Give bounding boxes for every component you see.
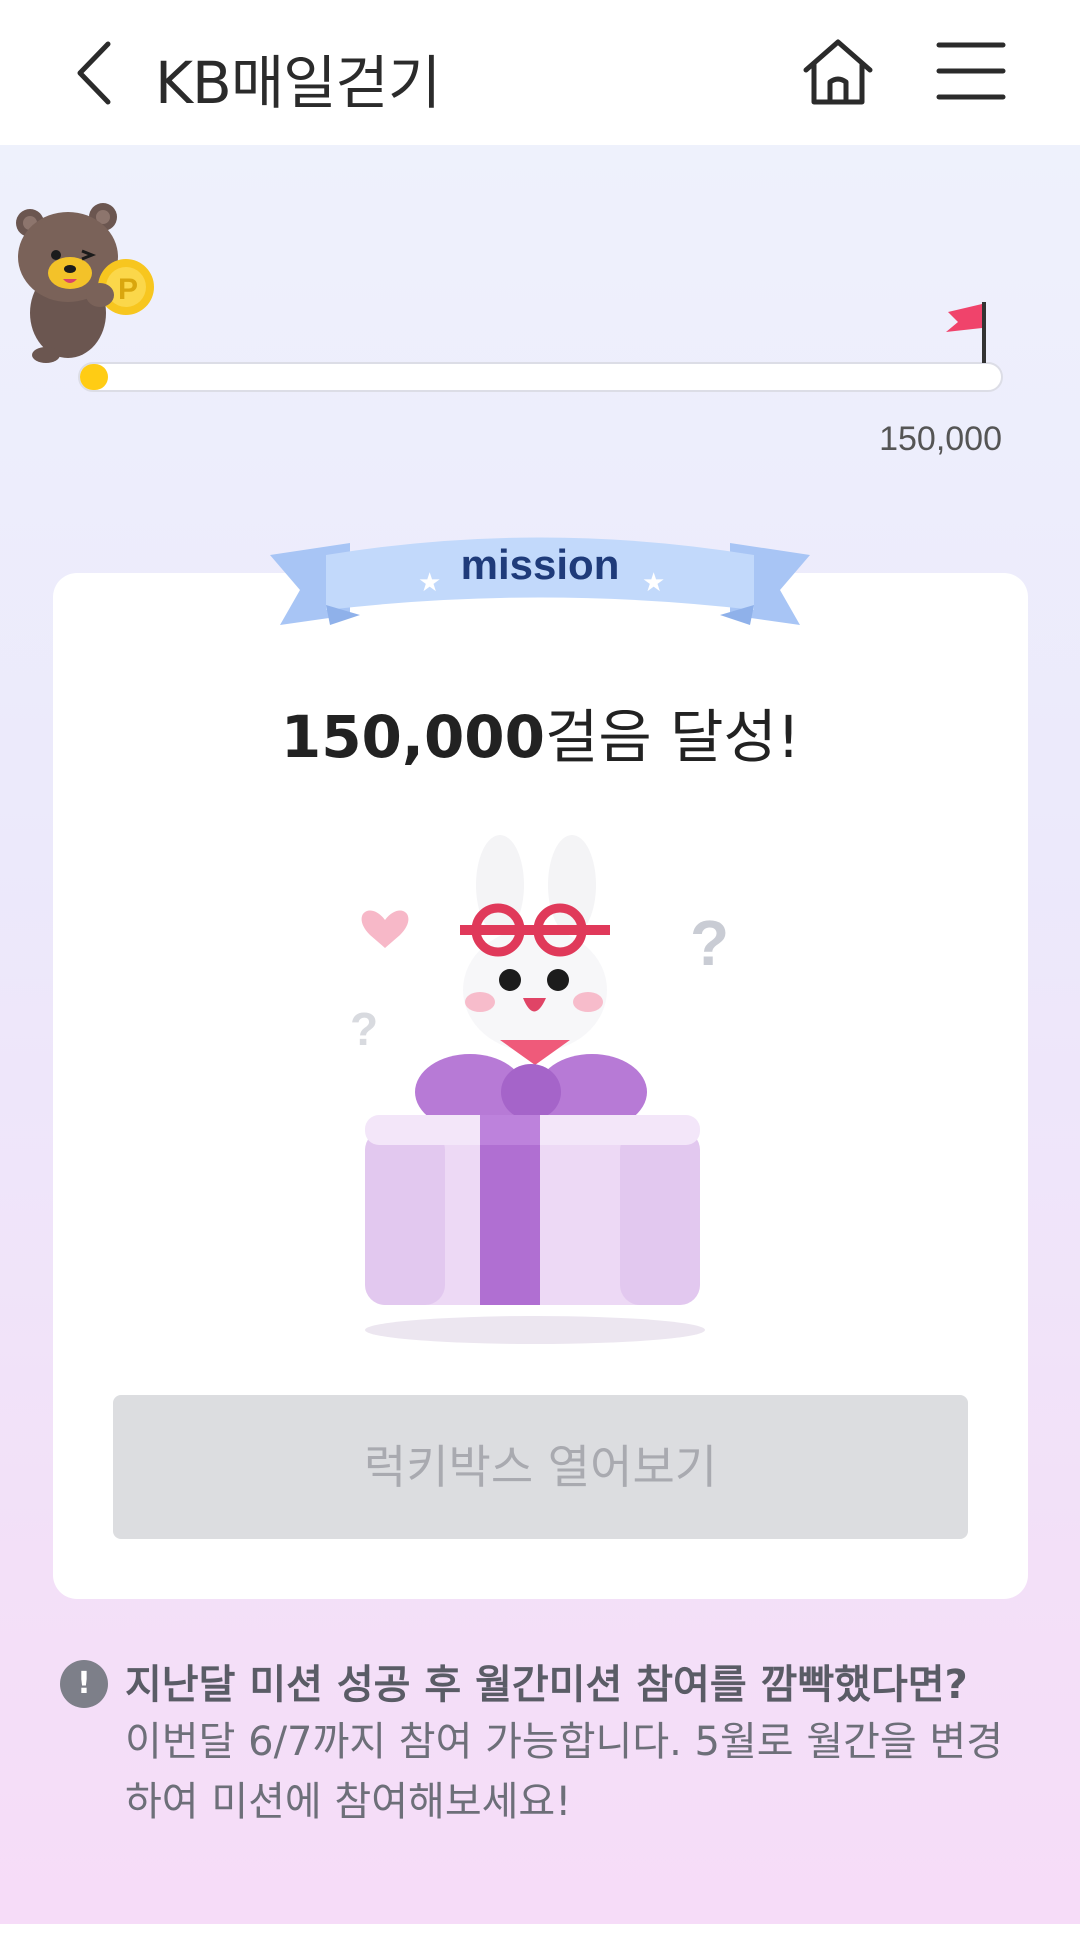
svg-text:?: ? [350,1003,378,1055]
achievement-suffix: 걸음 달성! [545,703,801,771]
notice-body: 이번달 6/7까지 참여 가능합니다. 5월로 월간을 변경하여 미션에 참여해… [125,1719,1004,1825]
achievement-steps: 150,000 [280,703,546,771]
goal-flag-icon [946,302,986,363]
hamburger-menu-icon[interactable] [935,40,1007,102]
open-lucky-box-button[interactable]: 럭키박스 열어보기 [113,1395,968,1539]
bottom-strip [0,1924,1080,1944]
notice-title: 지난달 미션 성공 후 월간미션 참여를 깜빡했다면? [125,1662,968,1708]
bear-mascot-icon: P [16,203,154,363]
page-title: KB매일걷기 [155,49,441,117]
svg-text:?: ? [690,907,729,979]
svg-text:P: P [118,273,138,306]
achievement-heading: 150,000걸음 달성! [53,690,1028,774]
step-progress-fill [80,364,108,390]
exclamation-icon: ! [60,1660,108,1708]
mission-label: mission [460,541,620,588]
home-icon[interactable] [800,36,876,108]
top-app-bar: KB매일걷기 [0,0,1080,145]
chevron-left-icon[interactable] [70,38,120,108]
step-progress-bar [78,362,1003,392]
goal-steps-label: 150,000 [879,420,1002,458]
bunny-gift-box-icon: ? ? [350,835,729,1344]
